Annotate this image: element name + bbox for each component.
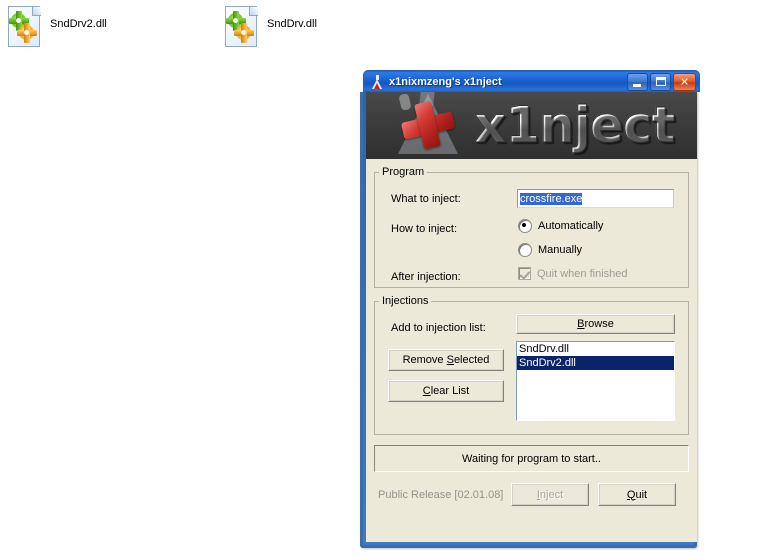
remove-selected-label-pre: Remove xyxy=(402,354,447,366)
clear-list-button[interactable]: Clear List xyxy=(388,380,504,402)
desktop-icon-snddrv[interactable]: SndDrv.dll xyxy=(225,6,317,48)
what-to-inject-input[interactable] xyxy=(517,189,674,208)
quit-when-finished-label: Quit when finished xyxy=(537,267,628,280)
quit-when-finished-checkbox: Quit when finished xyxy=(518,267,628,280)
quit-label-rest: uit xyxy=(635,488,648,501)
remove-selected-button[interactable]: Remove Selected xyxy=(388,349,504,371)
radio-manually-indicator[interactable] xyxy=(518,243,532,257)
clear-list-accel: C xyxy=(422,385,431,397)
window-titlebar[interactable]: x1nixmzeng's x1nject ✕ xyxy=(363,70,700,92)
clear-list-label-rest: lear List xyxy=(430,385,470,397)
x1nject-window: x1nixmzeng's x1nject ✕ x1nject Program W… xyxy=(360,70,700,548)
window-client: x1nject Program What to inject: How to i… xyxy=(366,92,697,542)
browse-button-label-rest: rowse xyxy=(584,318,614,330)
add-to-injection-list-label: Add to injection list: xyxy=(391,322,486,334)
flask-icon xyxy=(369,74,385,90)
browse-button[interactable]: Browse xyxy=(516,314,675,334)
app-banner: x1nject xyxy=(366,92,697,159)
status-text: Waiting for program to start.. xyxy=(462,452,601,465)
after-injection-label: After injection: xyxy=(391,271,461,283)
status-bar: Waiting for program to start.. xyxy=(374,445,689,472)
dll-file-gears-icon xyxy=(8,6,42,48)
dialog-body: Program What to inject: How to inject: A… xyxy=(366,159,697,542)
desktop-icon-label: SndDrv2.dll xyxy=(50,18,107,30)
dll-file-gears-icon xyxy=(225,6,259,48)
injection-list[interactable]: SndDrv.dll SndDrv2.dll xyxy=(516,341,675,421)
version-label: Public Release [02.01.08] xyxy=(378,489,504,501)
quit-when-finished-indicator xyxy=(518,267,531,280)
inject-button[interactable]: Inject xyxy=(511,483,589,506)
window-controls: ✕ xyxy=(627,72,696,91)
what-to-inject-label: What to inject: xyxy=(391,193,461,205)
radio-manually-label: Manually xyxy=(538,244,583,256)
list-item[interactable]: SndDrv2.dll xyxy=(517,356,674,370)
how-to-inject-label: How to inject: xyxy=(391,223,458,235)
maximize-icon[interactable] xyxy=(650,72,671,91)
minimize-icon[interactable] xyxy=(627,72,648,91)
remove-selected-label-rest: elected xyxy=(453,354,490,366)
close-icon[interactable]: ✕ xyxy=(673,72,696,91)
browse-button-accel: B xyxy=(577,318,585,330)
app-logo-text: x1nject xyxy=(473,96,675,155)
radio-automatically-indicator[interactable] xyxy=(518,219,532,233)
quit-button[interactable]: Quit xyxy=(598,483,676,506)
red-cross-flask-icon xyxy=(380,92,476,159)
injections-groupbox-legend: Injections xyxy=(382,295,429,307)
radio-automatically-label: Automatically xyxy=(538,220,604,232)
desktop-icon-label: SndDrv.dll xyxy=(267,18,317,30)
inject-label-rest: nject xyxy=(539,488,564,501)
radio-automatically[interactable]: Automatically xyxy=(518,219,603,233)
desktop-icon-snddrv2[interactable]: SndDrv2.dll xyxy=(8,6,107,48)
list-item[interactable]: SndDrv.dll xyxy=(517,342,674,356)
radio-manually[interactable]: Manually xyxy=(518,243,582,257)
program-groupbox-legend: Program xyxy=(382,166,425,178)
remove-selected-accel: S xyxy=(446,354,454,366)
window-title: x1nixmzeng's x1nject xyxy=(389,75,502,88)
